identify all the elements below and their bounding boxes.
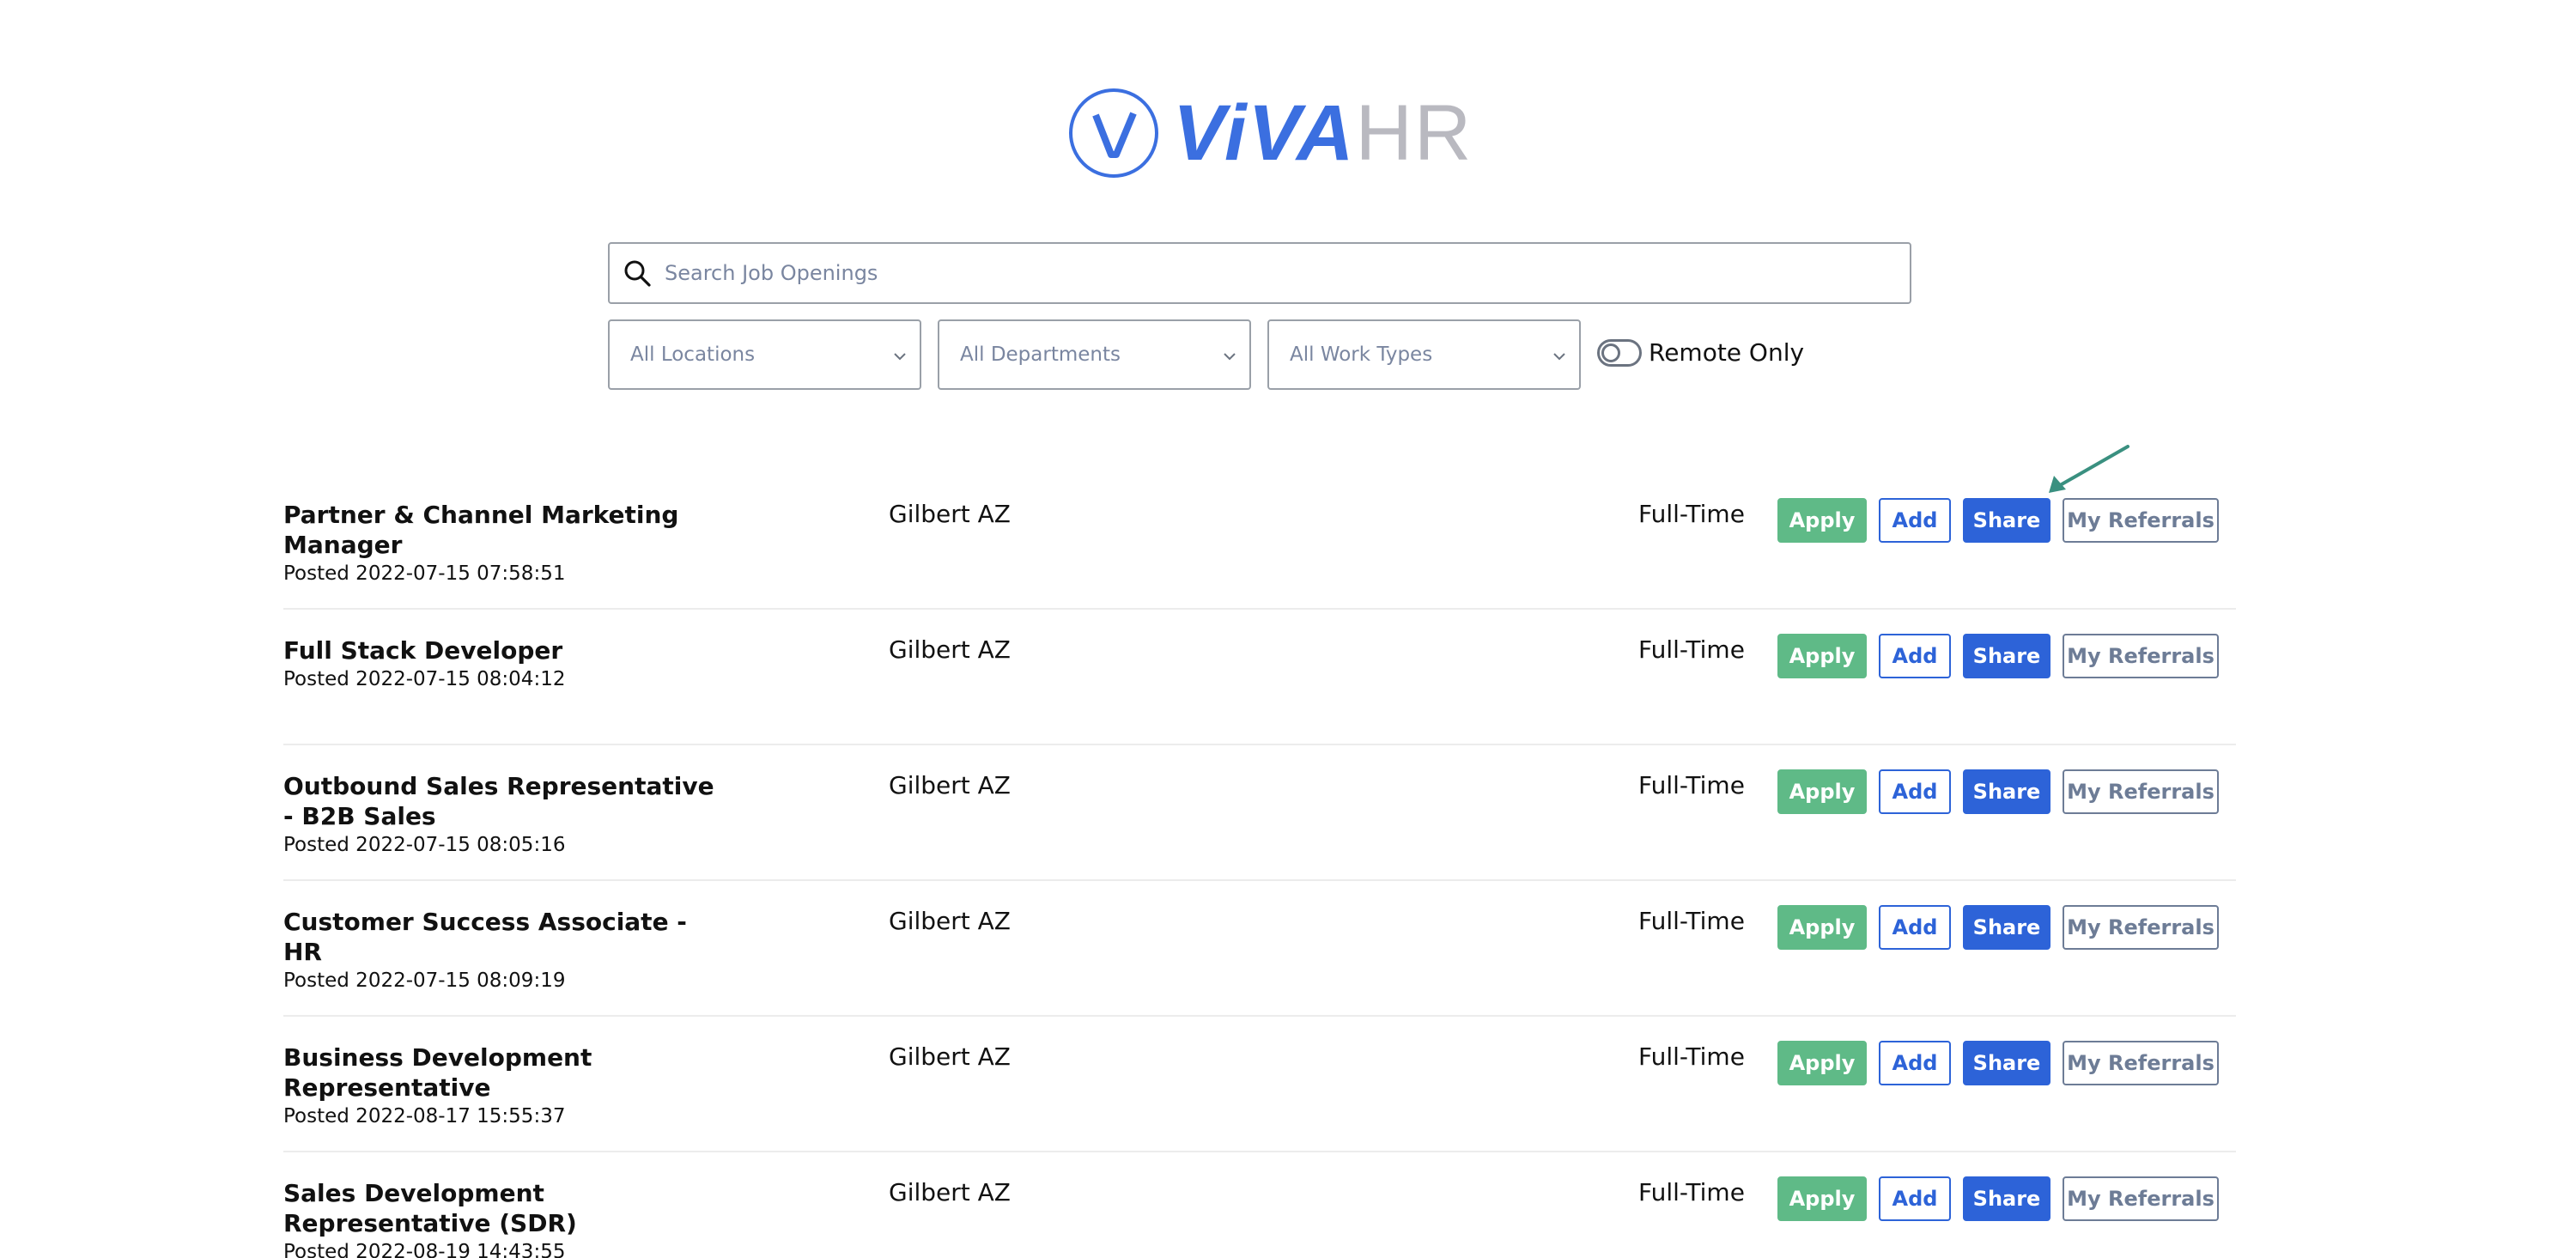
job-posted-date: Posted 2022-07-15 08:09:19 <box>283 969 566 992</box>
share-button[interactable]: Share <box>1963 769 2050 814</box>
share-button[interactable]: Share <box>1963 1041 2050 1085</box>
job-row: Customer Success Associate - HR Posted 2… <box>283 881 2236 1017</box>
search-icon <box>624 260 651 287</box>
logo-wordmark: ViVAHR <box>1173 94 1473 173</box>
share-button[interactable]: Share <box>1963 498 2050 543</box>
job-actions: Apply Add Share My Referrals <box>1777 905 2219 950</box>
chevron-down-icon <box>1553 353 1565 361</box>
job-actions: Apply Add Share My Referrals <box>1777 1176 2219 1221</box>
logo-mark-icon <box>1069 88 1158 178</box>
job-title[interactable]: Outbound Sales Representative - B2B Sale… <box>283 771 730 859</box>
remote-only-filter: Remote Only <box>1597 338 1804 367</box>
add-button[interactable]: Add <box>1879 1041 1951 1085</box>
job-title[interactable]: Sales Development Representative (SDR) P… <box>283 1178 730 1258</box>
job-row: Business Development Representative Post… <box>283 1017 2236 1152</box>
add-button[interactable]: Add <box>1879 905 1951 950</box>
job-location: Gilbert AZ <box>889 771 1011 799</box>
apply-button[interactable]: Apply <box>1777 769 1867 814</box>
job-title[interactable]: Business Development Representative Post… <box>283 1042 730 1130</box>
job-title[interactable]: Partner & Channel Marketing Manager Post… <box>283 500 730 587</box>
toggle-knob <box>1601 343 1620 362</box>
job-row: Sales Development Representative (SDR) P… <box>283 1152 2236 1258</box>
my-referrals-button[interactable]: My Referrals <box>2063 769 2219 814</box>
remote-only-label: Remote Only <box>1649 338 1805 367</box>
job-title[interactable]: Customer Success Associate - HR Posted 2… <box>283 907 730 994</box>
add-button[interactable]: Add <box>1879 769 1951 814</box>
share-button[interactable]: Share <box>1963 634 2050 678</box>
chevron-down-icon <box>1224 353 1236 361</box>
add-button[interactable]: Add <box>1879 1176 1951 1221</box>
job-type: Full-Time <box>1638 1042 1745 1071</box>
logo-wordmark-viva: ViVA <box>1173 89 1356 177</box>
job-posted-date: Posted 2022-07-15 08:04:12 <box>283 668 566 690</box>
job-location: Gilbert AZ <box>889 635 1011 664</box>
job-list: Partner & Channel Marketing Manager Post… <box>283 474 2236 1258</box>
job-row: Partner & Channel Marketing Manager Post… <box>283 474 2236 610</box>
location-select-value: All Locations <box>630 343 756 366</box>
job-actions: Apply Add Share My Referrals <box>1777 634 2219 678</box>
department-select-value: All Departments <box>960 343 1121 366</box>
job-actions: Apply Add Share My Referrals <box>1777 1041 2219 1085</box>
job-title-text[interactable]: Partner & Channel Marketing Manager <box>283 501 678 559</box>
my-referrals-button[interactable]: My Referrals <box>2063 1041 2219 1085</box>
job-title[interactable]: Full Stack Developer Posted 2022-07-15 0… <box>283 635 730 693</box>
share-button[interactable]: Share <box>1963 905 2050 950</box>
work-type-select-value: All Work Types <box>1290 343 1433 366</box>
remote-only-toggle[interactable] <box>1597 338 1642 367</box>
apply-button[interactable]: Apply <box>1777 498 1867 543</box>
job-posted-date: Posted 2022-08-19 14:43:55 <box>283 1241 566 1258</box>
logo-wordmark-hr: HR <box>1355 89 1473 177</box>
job-row: Outbound Sales Representative - B2B Sale… <box>283 745 2236 881</box>
job-type: Full-Time <box>1638 635 1745 664</box>
work-type-select[interactable]: All Work Types <box>1267 319 1581 390</box>
apply-button[interactable]: Apply <box>1777 905 1867 950</box>
add-button[interactable]: Add <box>1879 498 1951 543</box>
location-select[interactable]: All Locations <box>608 319 921 390</box>
job-type: Full-Time <box>1638 1178 1745 1206</box>
add-button[interactable]: Add <box>1879 634 1951 678</box>
job-title-text[interactable]: Customer Success Associate - HR <box>283 908 687 966</box>
job-title-text[interactable]: Outbound Sales Representative - B2B Sale… <box>283 772 714 830</box>
job-location: Gilbert AZ <box>889 500 1011 528</box>
share-button[interactable]: Share <box>1963 1176 2050 1221</box>
job-location: Gilbert AZ <box>889 907 1011 935</box>
my-referrals-button[interactable]: My Referrals <box>2063 905 2219 950</box>
job-row: Full Stack Developer Posted 2022-07-15 0… <box>283 610 2236 745</box>
apply-button[interactable]: Apply <box>1777 1041 1867 1085</box>
job-location: Gilbert AZ <box>889 1178 1011 1206</box>
job-type: Full-Time <box>1638 907 1745 935</box>
job-type: Full-Time <box>1638 500 1745 528</box>
job-actions: Apply Add Share My Referrals <box>1777 498 2219 543</box>
job-title-text[interactable]: Full Stack Developer <box>283 636 562 665</box>
job-title-text[interactable]: Business Development Representative <box>283 1043 592 1102</box>
apply-button[interactable]: Apply <box>1777 634 1867 678</box>
my-referrals-button[interactable]: My Referrals <box>2063 498 2219 543</box>
apply-button[interactable]: Apply <box>1777 1176 1867 1221</box>
department-select[interactable]: All Departments <box>938 319 1251 390</box>
job-posted-date: Posted 2022-08-17 15:55:37 <box>283 1105 566 1127</box>
my-referrals-button[interactable]: My Referrals <box>2063 1176 2219 1221</box>
job-title-text[interactable]: Sales Development Representative (SDR) <box>283 1179 577 1237</box>
job-actions: Apply Add Share My Referrals <box>1777 769 2219 814</box>
job-location: Gilbert AZ <box>889 1042 1011 1071</box>
chevron-down-icon <box>894 353 906 361</box>
vivahr-logo[interactable]: ViVAHR <box>1068 88 1473 179</box>
search-input[interactable] <box>665 247 1910 299</box>
my-referrals-button[interactable]: My Referrals <box>2063 634 2219 678</box>
job-board-page: ViVAHR All Locations All Departments All… <box>0 0 2576 1258</box>
search-bar[interactable] <box>608 242 1911 304</box>
job-posted-date: Posted 2022-07-15 07:58:51 <box>283 562 566 585</box>
job-type: Full-Time <box>1638 771 1745 799</box>
job-posted-date: Posted 2022-07-15 08:05:16 <box>283 834 566 856</box>
